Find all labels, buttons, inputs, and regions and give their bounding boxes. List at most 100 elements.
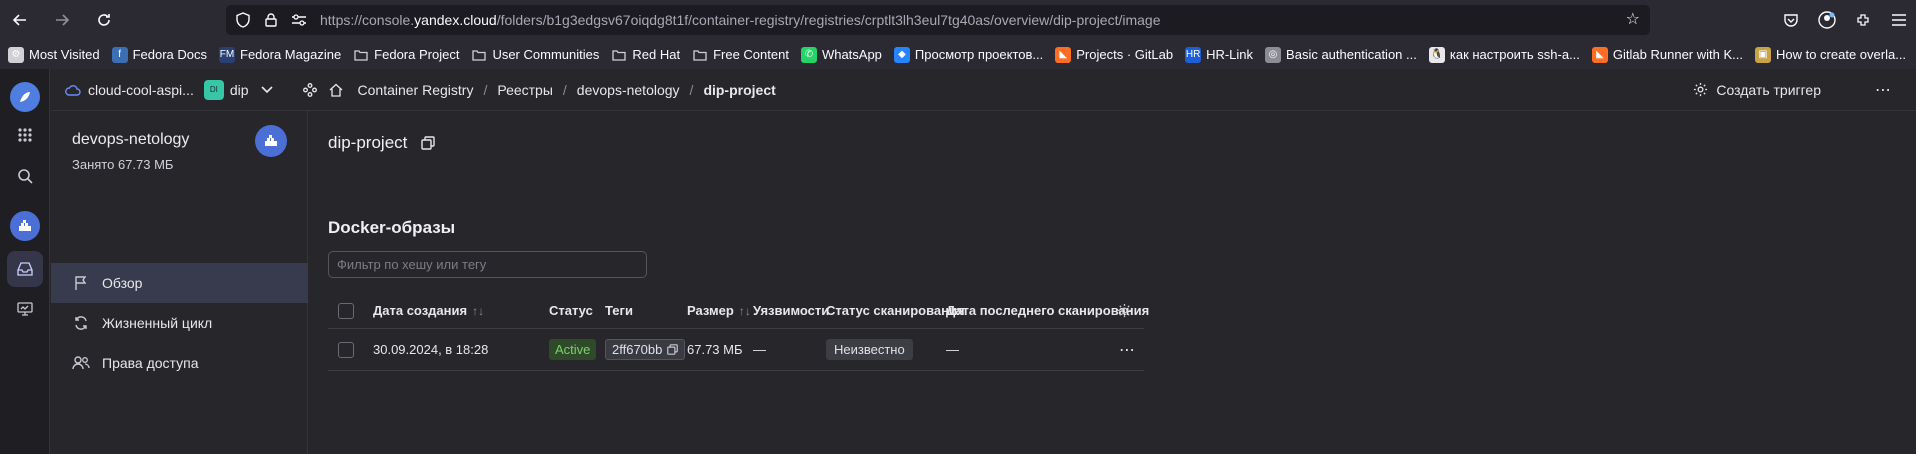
lock-icon[interactable] xyxy=(260,9,282,31)
table-row[interactable]: 30.09.2024, в 18:28 Active 2ff670bb 67.7… xyxy=(328,329,1144,371)
jira-icon: ◆ xyxy=(893,46,910,63)
bookmark-label: Просмотр проектов... xyxy=(914,47,1044,62)
bookmark-item[interactable]: User Communities xyxy=(471,47,599,63)
bookmark-item[interactable]: ✆ WhatsApp xyxy=(800,46,882,63)
bookmark-item[interactable]: FM Fedora Magazine xyxy=(219,46,342,63)
home-icon[interactable] xyxy=(329,83,343,97)
select-all-checkbox[interactable] xyxy=(338,302,354,319)
permissions-icon[interactable] xyxy=(288,9,310,31)
folder-selector[interactable]: dip xyxy=(230,82,249,98)
scan-status-badge: Неизвестно xyxy=(826,339,913,360)
console-app: cloud-cool-aspi... DI dip Container Regi… xyxy=(0,69,1916,454)
sidebar-item-label: Жизненный цикл xyxy=(102,315,213,331)
globe-icon: ◎ xyxy=(1265,46,1282,63)
folder-icon xyxy=(471,47,487,63)
bookmark-label: Basic authentication ... xyxy=(1286,47,1417,62)
main-content: dip-project Docker-образы Дата создания ↑… xyxy=(309,111,1916,454)
container-registry-icon[interactable] xyxy=(7,208,43,244)
copy-icon[interactable] xyxy=(421,136,436,150)
pocket-icon[interactable] xyxy=(1780,6,1802,34)
copy-icon[interactable] xyxy=(667,344,679,355)
search-icon[interactable] xyxy=(7,158,43,194)
folder-icon xyxy=(692,47,708,63)
row-checkbox[interactable] xyxy=(338,341,354,358)
page-title: dip-project xyxy=(328,133,436,153)
breadcrumb-registry[interactable]: devops-netology xyxy=(577,82,680,98)
shield-icon[interactable] xyxy=(232,9,254,31)
column-status: Статус xyxy=(549,303,593,318)
yandex-cloud-logo-icon[interactable] xyxy=(7,79,43,115)
bookmark-item[interactable]: ◆ Просмотр проектов... xyxy=(893,46,1044,63)
bookmark-item[interactable]: HR HR-Link xyxy=(1185,46,1253,63)
repository-name: dip-project xyxy=(328,133,408,152)
fedora-icon: f xyxy=(111,46,128,63)
whatsapp-icon: ✆ xyxy=(800,46,817,63)
users-icon xyxy=(72,354,90,372)
bookmark-label: Projects · GitLab xyxy=(1076,47,1174,62)
breadcrumb-registries[interactable]: Реестры xyxy=(497,82,553,98)
tag-label: 2ff670bb xyxy=(612,342,663,357)
bookmark-item[interactable]: f Fedora Docs xyxy=(111,46,207,63)
breadcrumb-separator: / xyxy=(689,81,694,98)
bookmark-item[interactable]: Red Hat xyxy=(611,47,680,63)
service-tree-icon[interactable] xyxy=(302,82,317,97)
column-created[interactable]: Дата создания ↑↓ xyxy=(373,293,484,328)
bookmark-item[interactable]: ▣ How to create overla... xyxy=(1754,46,1906,63)
section-title: Docker-образы xyxy=(328,218,456,237)
url-text[interactable]: https://console.yandex.cloud/folders/b1g… xyxy=(320,12,1161,28)
sidebar-item-lifecycle[interactable]: Жизненный цикл xyxy=(51,303,308,343)
bookmark-item[interactable]: Free Content xyxy=(692,47,789,63)
extensions-icon[interactable] xyxy=(1852,6,1874,34)
registry-usage: Занято 67.73 МБ xyxy=(72,157,174,172)
inbox-icon[interactable] xyxy=(7,251,43,287)
refresh-icon xyxy=(72,314,90,332)
columns-settings-icon[interactable] xyxy=(1117,293,1132,328)
chevron-down-icon[interactable] xyxy=(260,85,273,94)
bookmarks-bar: ⚙ Most Visited f Fedora Docs FM Fedora Magazi… xyxy=(0,40,1916,69)
bookmark-label: Fedora Magazine xyxy=(240,47,342,62)
reload-button[interactable] xyxy=(90,6,118,34)
forward-button[interactable] xyxy=(48,6,76,34)
table-header: Дата создания ↑↓ Статус Теги Размер ↑↓ Уяз… xyxy=(328,293,1149,329)
sort-icon[interactable]: ↑↓ xyxy=(739,304,751,318)
tag-badge: 2ff670bb xyxy=(605,339,686,360)
filter-input[interactable] xyxy=(328,251,647,278)
gear-icon xyxy=(1693,82,1708,97)
image-icon: ▣ xyxy=(1754,46,1771,63)
cloud-selector[interactable]: cloud-cool-aspi... xyxy=(88,82,194,98)
bookmark-item[interactable]: ⚙ Most Visited xyxy=(8,46,100,63)
vulnerabilities-cell: — xyxy=(753,342,766,357)
account-icon[interactable] xyxy=(1816,6,1838,34)
created-cell: 30.09.2024, в 18:28 xyxy=(373,342,489,357)
more-options-icon[interactable]: ⋯ xyxy=(1875,80,1892,100)
bookmark-label: Free Content xyxy=(713,47,789,62)
url-bar[interactable]: https://console.yandex.cloud/folders/b1g… xyxy=(226,5,1650,35)
bookmark-item[interactable]: ◣ Gitlab Runner with K... xyxy=(1591,46,1743,63)
row-actions-icon[interactable]: ⋯ xyxy=(1119,329,1135,370)
folder-icon xyxy=(611,47,627,63)
bookmark-item[interactable]: Fedora Project xyxy=(353,47,459,63)
sidebar-item-overview[interactable]: Обзор xyxy=(51,263,308,303)
services-grid-icon[interactable] xyxy=(7,117,43,153)
sidebar-item-access[interactable]: Права доступа xyxy=(51,343,308,383)
bookmark-item[interactable]: 🐧 как настроить ssh-а... xyxy=(1428,46,1580,63)
sort-icon[interactable]: ↑↓ xyxy=(472,304,484,318)
breadcrumb-separator: / xyxy=(483,81,488,98)
breadcrumb-container-registry[interactable]: Container Registry xyxy=(358,82,474,98)
create-trigger-button[interactable]: Создать триггер xyxy=(1693,82,1821,98)
bookmark-item[interactable]: ◎ Basic authentication ... xyxy=(1265,46,1417,63)
menu-icon[interactable] xyxy=(1888,6,1910,34)
bookmark-label: Most Visited xyxy=(29,47,100,62)
folder-badge: DI xyxy=(203,79,224,100)
bookmark-label: Gitlab Runner with K... xyxy=(1612,47,1743,62)
monitor-icon[interactable] xyxy=(7,291,43,327)
column-scan-status: Статус сканирования xyxy=(826,303,965,318)
console-topbar: cloud-cool-aspi... DI dip Container Regi… xyxy=(51,69,1916,111)
registry-sidebar: devops-netology Занято 67.73 МБ Обзор Жи… xyxy=(51,111,308,454)
scan-date-cell: — xyxy=(946,342,959,357)
column-size[interactable]: Размер ↑↓ xyxy=(687,293,751,328)
images-table: Дата создания ↑↓ Статус Теги Размер ↑↓ Уяз… xyxy=(328,293,1149,371)
back-button[interactable] xyxy=(6,6,34,34)
bookmark-item[interactable]: ◣ Projects · GitLab xyxy=(1055,46,1174,63)
bookmark-star-icon[interactable]: ☆ xyxy=(1626,9,1640,29)
